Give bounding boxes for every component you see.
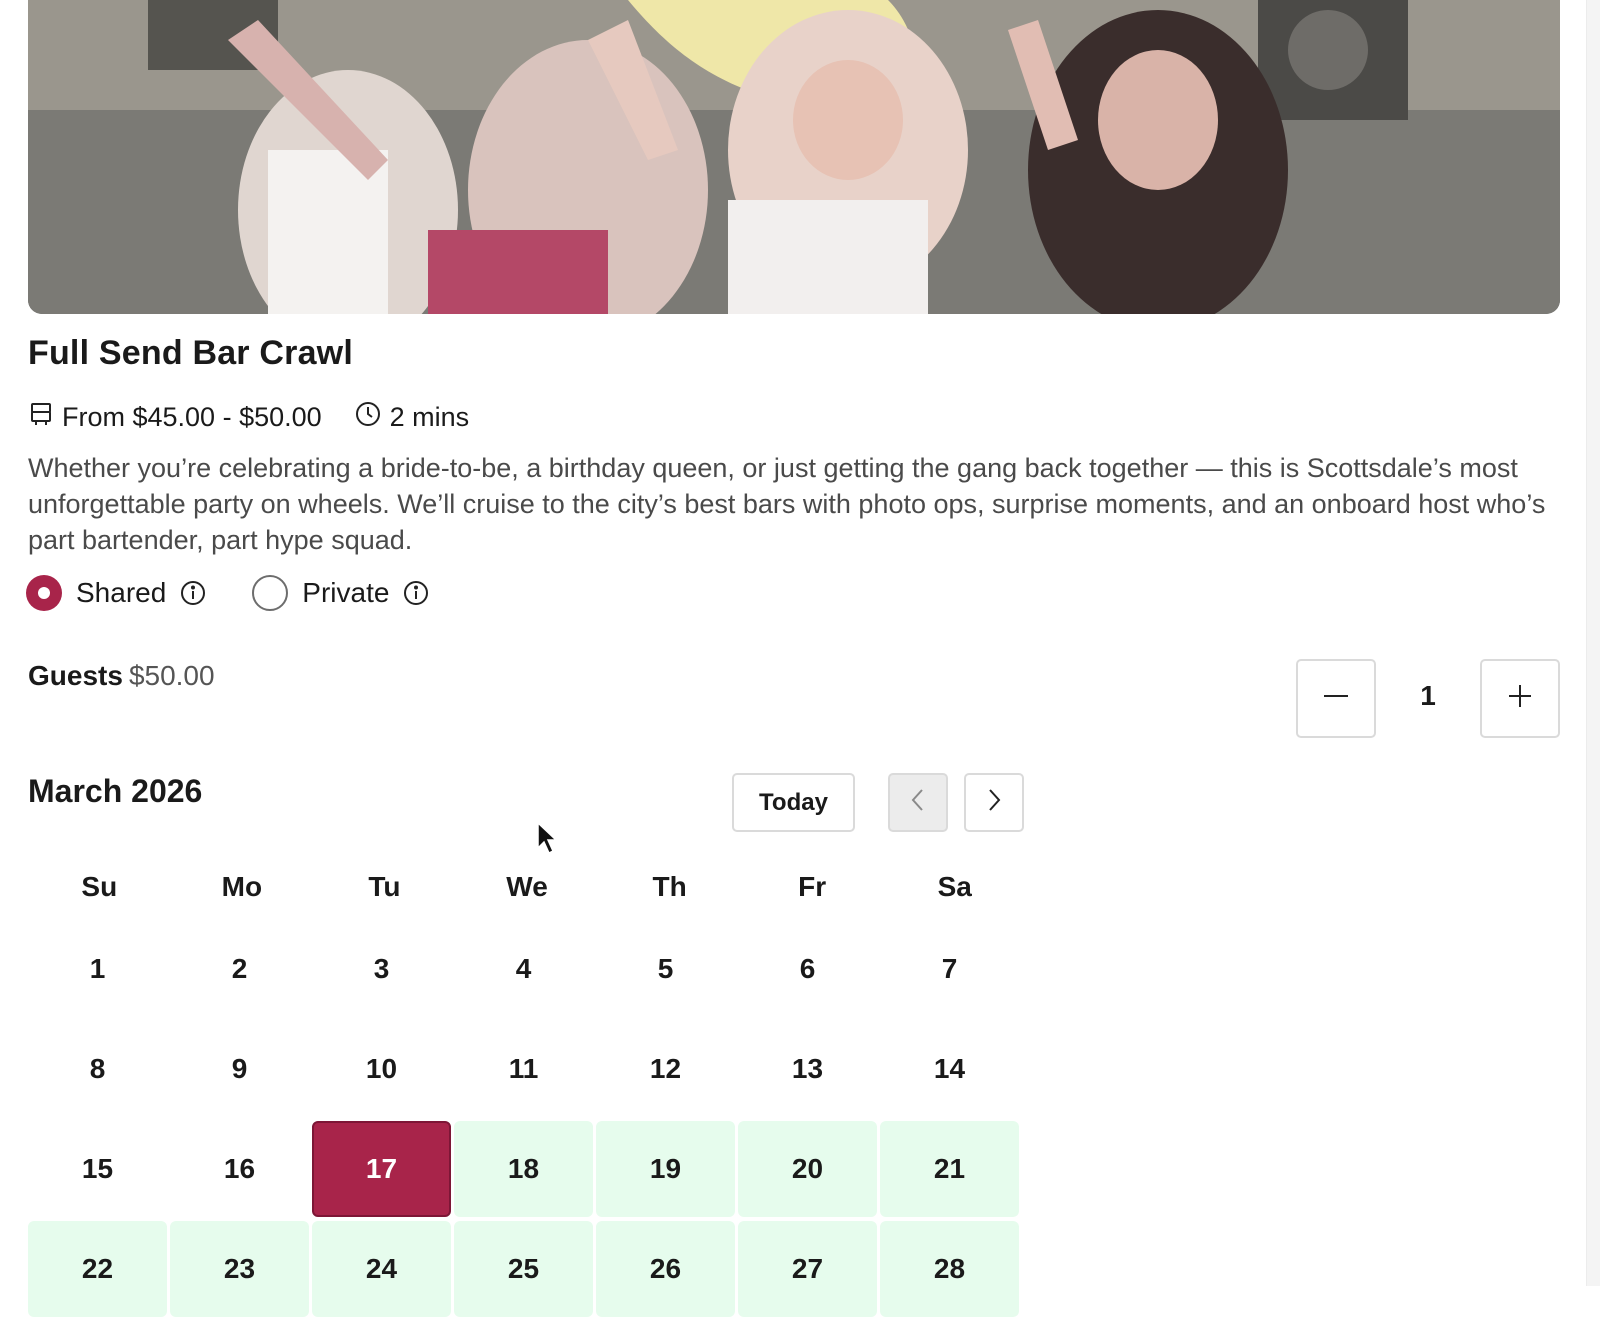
calendar-day-available[interactable]: 18 bbox=[454, 1121, 593, 1217]
info-icon[interactable] bbox=[403, 580, 429, 606]
option-label: Private bbox=[302, 577, 390, 608]
calendar-day: 9 bbox=[231, 1053, 248, 1084]
calendar-day: 5 bbox=[657, 953, 674, 984]
duration: 2 mins bbox=[389, 402, 470, 432]
info-icon[interactable] bbox=[180, 580, 206, 606]
calendar-day: 6 bbox=[799, 953, 816, 984]
calendar-day-available[interactable]: 22 bbox=[28, 1221, 167, 1317]
calendar-day: 8 bbox=[89, 1053, 106, 1084]
booking-type-options: Shared Private bbox=[26, 575, 429, 611]
weekday-header: Su Mo Tu We Th Fr Sa bbox=[28, 853, 1026, 921]
duration-info: 2 mins bbox=[354, 400, 470, 435]
page-scrollbar[interactable] bbox=[1586, 0, 1600, 1286]
calendar-day: 11 bbox=[508, 1053, 539, 1084]
option-private[interactable]: Private bbox=[252, 575, 429, 611]
calendar-week: 22 23 24 25 26 27 28 bbox=[28, 1221, 1026, 1321]
tour-hero-image bbox=[28, 0, 1560, 314]
option-label: Shared bbox=[76, 577, 167, 608]
calendar-day: 13 bbox=[791, 1053, 824, 1084]
tour-meta: From $45.00 - $50.00 2 mins bbox=[28, 400, 469, 435]
clock-icon bbox=[354, 400, 390, 435]
weekday-label: Th bbox=[652, 871, 687, 902]
calendar-day-available[interactable]: 21 bbox=[880, 1121, 1019, 1217]
tour-description: Whether you’re celebrating a bride-to-be… bbox=[28, 453, 1546, 555]
shared-radio[interactable] bbox=[26, 575, 62, 611]
calendar-day-available[interactable]: 25 bbox=[454, 1221, 593, 1317]
calendar-day-available[interactable]: 28 bbox=[880, 1221, 1019, 1317]
calendar-day: 4 bbox=[515, 953, 532, 984]
calendar-day: 14 bbox=[933, 1053, 966, 1084]
calendar-day-available[interactable]: 23 bbox=[170, 1221, 309, 1317]
next-month-button[interactable] bbox=[964, 773, 1024, 832]
chevron-left-icon bbox=[907, 786, 929, 819]
calendar-day: 12 bbox=[649, 1053, 682, 1084]
price-range: From $45.00 - $50.00 bbox=[62, 402, 322, 432]
mouse-pointer-icon bbox=[537, 821, 559, 861]
calendar-month: March 2026 bbox=[28, 773, 203, 809]
prev-month-button[interactable] bbox=[888, 773, 948, 832]
calendar-day: 3 bbox=[373, 953, 390, 984]
guests-price: $50.00 bbox=[128, 660, 215, 691]
calendar-day: 7 bbox=[941, 953, 958, 984]
calendar-day-available[interactable]: 19 bbox=[596, 1121, 735, 1217]
plus-icon bbox=[1505, 681, 1535, 716]
tour-title: Full Send Bar Crawl bbox=[28, 334, 353, 372]
guests-row: Guests $50.00 bbox=[28, 660, 215, 692]
calendar-day-available[interactable]: 24 bbox=[312, 1221, 451, 1317]
calendar-day: 10 bbox=[365, 1053, 398, 1084]
weekday-label: Fr bbox=[798, 871, 827, 902]
ticket-icon bbox=[28, 401, 62, 434]
calendar-day: 1 bbox=[89, 953, 106, 984]
calendar-grid: Su Mo Tu We Th Fr Sa 1 2 3 4 5 6 7 8 9 1… bbox=[28, 853, 1026, 1321]
calendar-day: 2 bbox=[231, 953, 248, 984]
weekday-label: Tu bbox=[368, 871, 401, 902]
calendar-day: 16 bbox=[223, 1153, 256, 1184]
calendar-week: 1 2 3 4 5 6 7 bbox=[28, 921, 1026, 1021]
guests-label: Guests bbox=[28, 660, 123, 691]
price-info: From $45.00 - $50.00 bbox=[28, 401, 322, 434]
calendar-day-available[interactable]: 26 bbox=[596, 1221, 735, 1317]
today-button[interactable]: Today bbox=[732, 773, 855, 832]
chevron-right-icon bbox=[983, 786, 1005, 819]
calendar-day-available[interactable]: 27 bbox=[738, 1221, 877, 1317]
minus-icon bbox=[1321, 681, 1351, 716]
option-shared[interactable]: Shared bbox=[26, 575, 206, 611]
weekday-label: Su bbox=[81, 871, 118, 902]
calendar-week: 8 9 10 11 12 13 14 bbox=[28, 1021, 1026, 1121]
guest-quantity: 1 bbox=[1420, 680, 1436, 711]
calendar-day-available[interactable]: 20 bbox=[738, 1121, 877, 1217]
calendar-day: 15 bbox=[81, 1153, 114, 1184]
decrease-guests-button[interactable] bbox=[1296, 659, 1376, 738]
weekday-label: Sa bbox=[937, 871, 972, 902]
calendar-week: 15 16 17 18 19 20 21 bbox=[28, 1121, 1026, 1221]
weekday-label: We bbox=[506, 871, 548, 902]
increase-guests-button[interactable] bbox=[1480, 659, 1560, 738]
weekday-label: Mo bbox=[221, 871, 263, 902]
calendar-day-selected[interactable]: 17 bbox=[312, 1121, 451, 1217]
private-radio[interactable] bbox=[252, 575, 289, 611]
